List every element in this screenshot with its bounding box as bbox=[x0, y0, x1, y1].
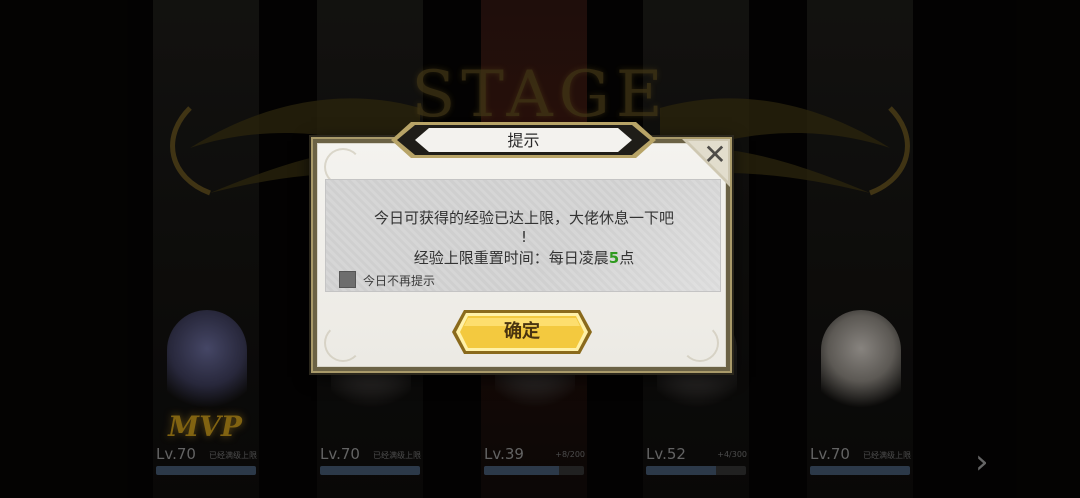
corner-ornament-icon bbox=[681, 324, 719, 362]
message-panel: 今日可获得的经验已达上限，大佬休息一下吧 ! 经验上限重置时间：每日凌晨5点 今… bbox=[325, 179, 721, 292]
dont-show-today-label[interactable]: 今日不再提示 bbox=[363, 272, 435, 289]
confirm-button-label: 确定 bbox=[504, 321, 540, 342]
confirm-button[interactable]: 确定 bbox=[452, 310, 592, 354]
reset-time-line: 经验上限重置时间：每日凌晨5点 bbox=[326, 247, 722, 268]
message-line: 今日可获得的经验已达上限，大佬休息一下吧 bbox=[373, 209, 674, 227]
dialog-title: 提示 bbox=[507, 131, 540, 150]
message-line: ! bbox=[520, 228, 527, 246]
reset-hour-value: 5 bbox=[608, 249, 620, 267]
reset-time-suffix: 点 bbox=[619, 249, 635, 267]
close-icon[interactable]: ✕ bbox=[700, 140, 730, 170]
dont-show-today-checkbox[interactable] bbox=[339, 271, 356, 288]
dialog-title-plate: 提示 bbox=[391, 122, 656, 158]
reset-time-prefix: 经验上限重置时间：每日凌晨 bbox=[413, 249, 609, 267]
corner-ornament-icon bbox=[324, 324, 362, 362]
